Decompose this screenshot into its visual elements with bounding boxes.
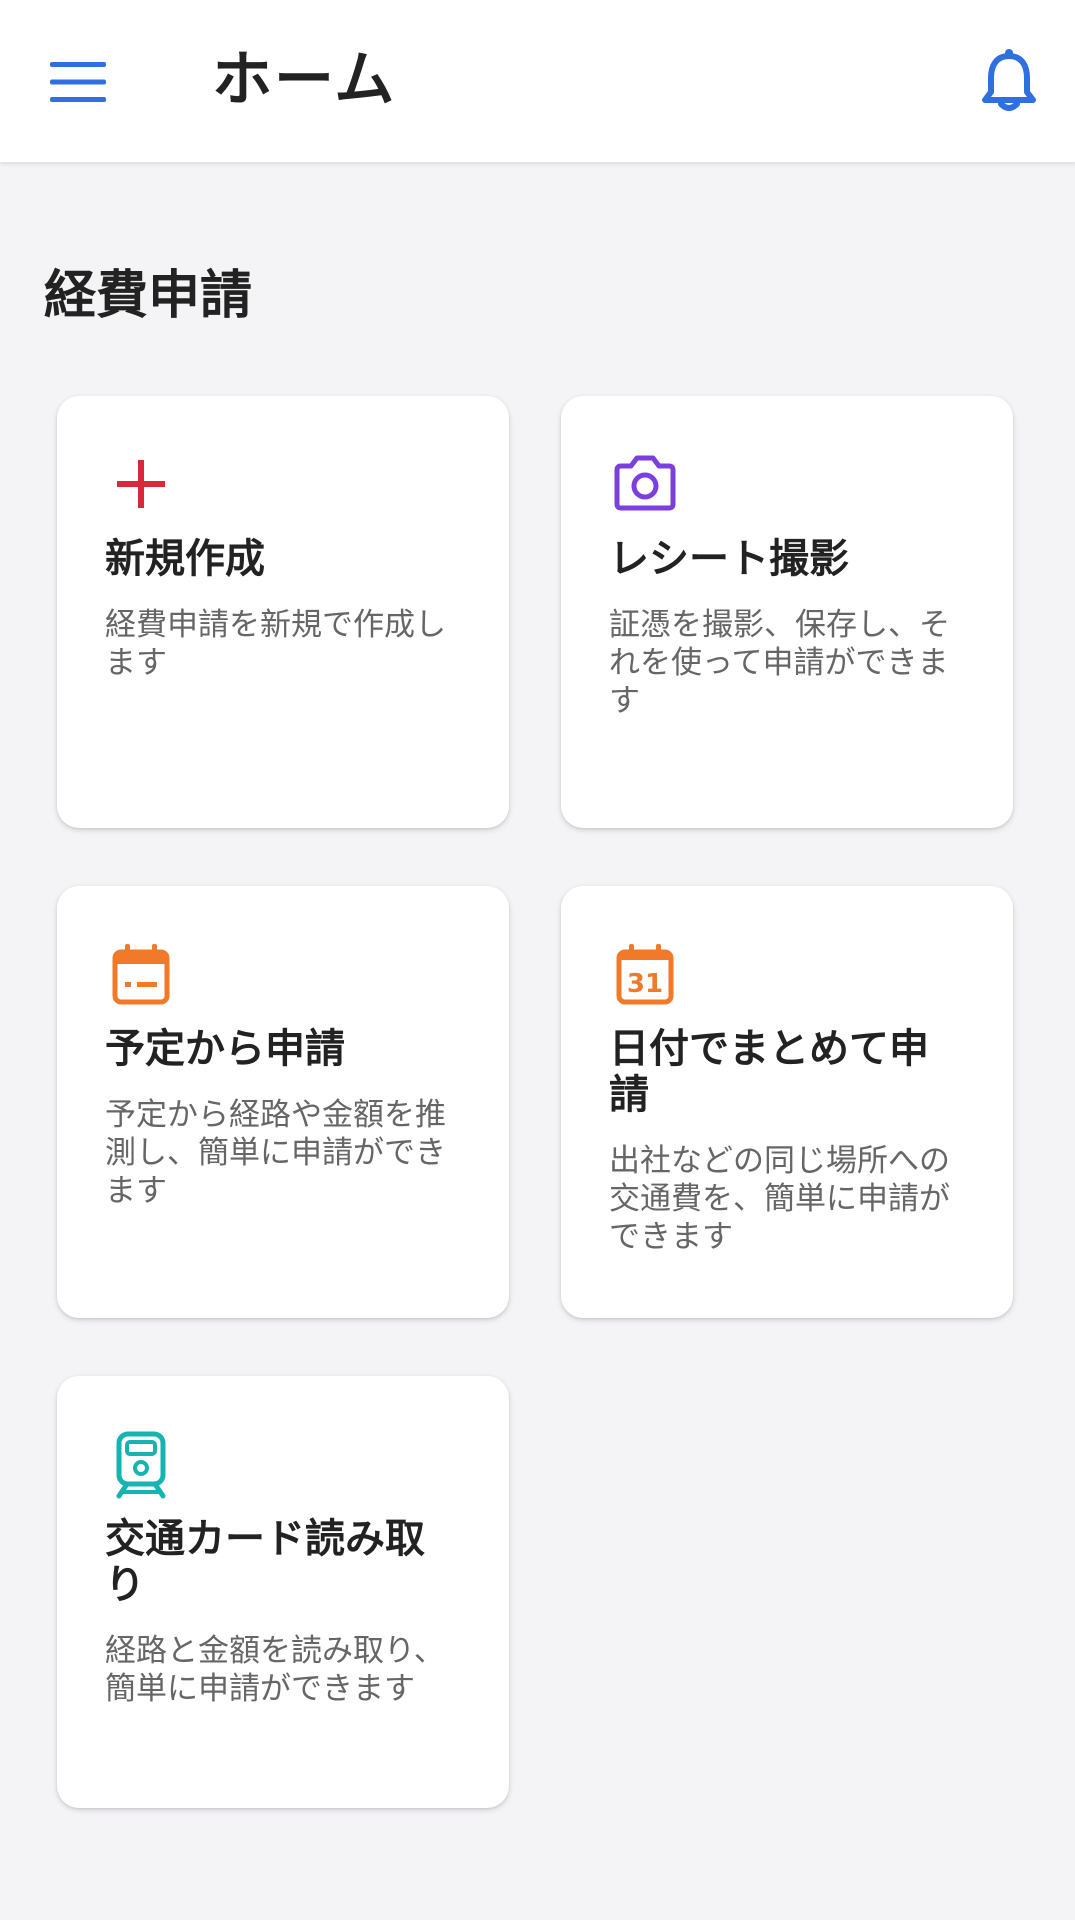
receipt-photo-card[interactable]: レシート撮影 証憑を撮影、保存し、それを使って申請ができます: [561, 396, 1013, 828]
card-title: レシート撮影: [609, 536, 849, 582]
card-description: 証憑を撮影、保存し、それを使って申請ができます: [609, 607, 950, 719]
card-description: 出社などの同じ場所への交通費を、簡単に申請ができます: [609, 1143, 950, 1255]
calendar-icon: [112, 944, 170, 1005]
menu-button[interactable]: [36, 40, 120, 124]
card-description: 経路と金額を読み取り、簡単に申請ができます: [105, 1633, 445, 1707]
svg-text:31: 31: [627, 969, 663, 999]
train-icon: [116, 1431, 166, 1499]
new-expense-card[interactable]: 新規作成 経費申請を新規で作成します: [57, 396, 509, 828]
notification-button[interactable]: [967, 38, 1051, 122]
plus-icon: [117, 460, 165, 508]
card-description: 予定から経路や金額を推測し、簡単に申請ができます: [105, 1097, 446, 1209]
camera-icon: [614, 455, 676, 511]
card-title: 新規作成: [105, 536, 265, 582]
app-bar: ホーム: [0, 0, 1075, 162]
hamburger-menu-icon: [50, 62, 106, 102]
calendar-31-icon: 31: [616, 944, 674, 1005]
date-batch-card[interactable]: 31 日付でまとめて申請 出社などの同じ場所への交通費を、簡単に申請ができます: [561, 886, 1013, 1318]
page-title: ホーム: [212, 45, 397, 115]
bell-icon: [982, 49, 1036, 111]
card-title: 日付でまとめて申請: [609, 1026, 929, 1118]
card-title: 交通カード読み取り: [105, 1516, 425, 1608]
card-description: 経費申請を新規で作成します: [105, 607, 446, 681]
card-title: 予定から申請: [105, 1026, 345, 1072]
schedule-expense-card[interactable]: 予定から申請 予定から経路や金額を推測し、簡単に申請ができます: [57, 886, 509, 1318]
section-title: 経費申請: [44, 266, 253, 326]
transit-card-card[interactable]: 交通カード読み取り 経路と金額を読み取り、簡単に申請ができます: [57, 1376, 509, 1808]
